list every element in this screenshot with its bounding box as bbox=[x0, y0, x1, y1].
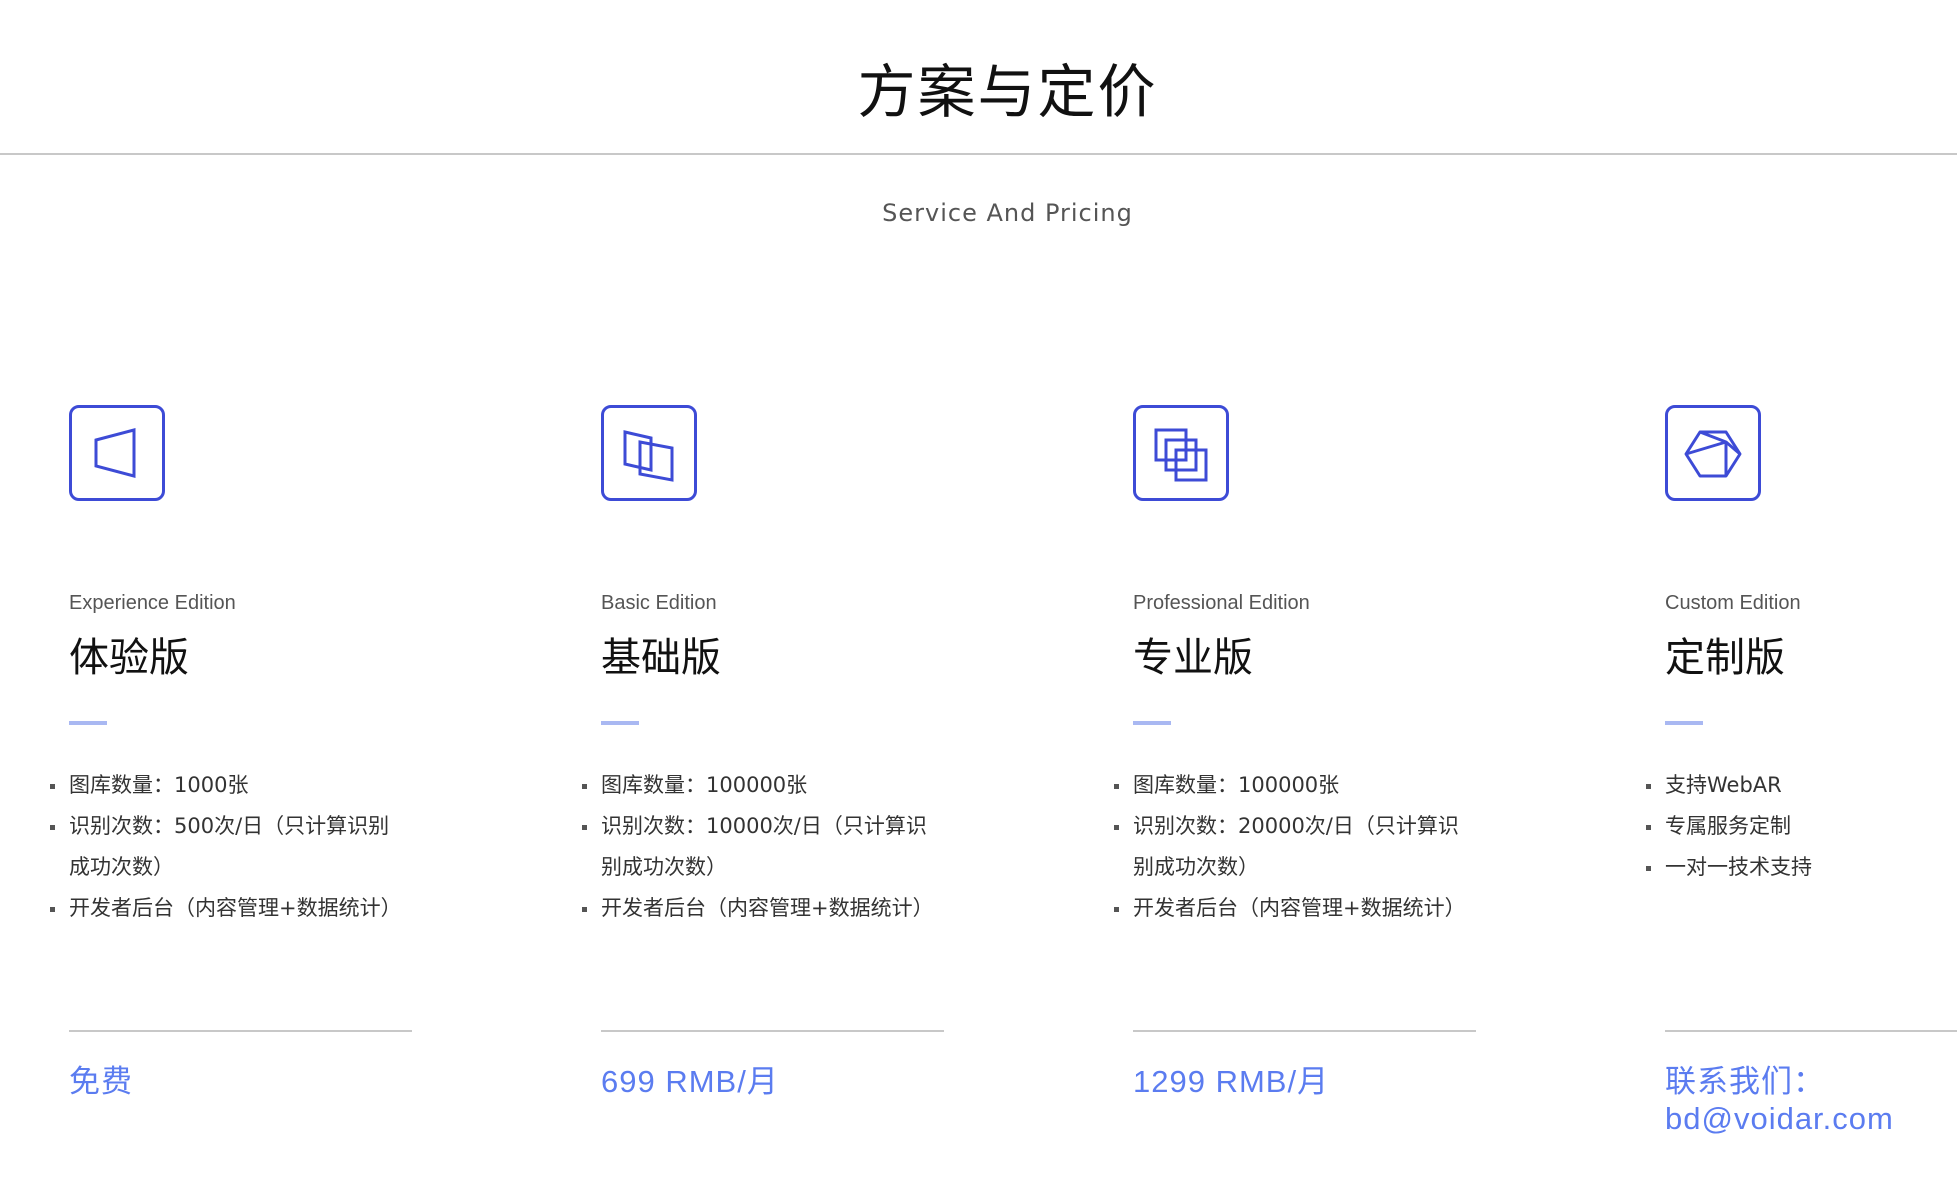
price-label: 1299 RMB/月 bbox=[1133, 1064, 1330, 1099]
feature-item: 识别次数：20000次/日（只计算识别成功次数） bbox=[1114, 806, 1534, 888]
contact-label: 联系我们： bd@voidar.com bbox=[1665, 1063, 1894, 1137]
accent-bar bbox=[1133, 721, 1171, 725]
feature-list: 图库数量：100000张 识别次数：20000次/日（只计算识别成功次数） 开发… bbox=[1114, 765, 1534, 929]
edition-en-label: Experience Edition bbox=[69, 592, 236, 614]
page-title: 方案与定价 bbox=[857, 58, 1158, 126]
feature-item: 支持WebAR bbox=[1646, 765, 1936, 806]
edition-en-label: Basic Edition bbox=[601, 592, 717, 614]
price-label: 699 RMB/月 bbox=[601, 1064, 779, 1099]
triple-frame-icon bbox=[1133, 405, 1229, 501]
plan-card-professional: Professional Edition 专业版 图库数量：100000张 识别… bbox=[1114, 405, 1553, 929]
edition-cn-label: 基础版 bbox=[601, 635, 721, 681]
double-frame-icon bbox=[601, 405, 697, 501]
plan-card-basic: Basic Edition 基础版 图库数量：100000张 识别次数：1000… bbox=[582, 405, 1021, 929]
price-divider bbox=[69, 1030, 412, 1032]
contact-title: 联系我们： bbox=[1665, 1064, 1825, 1099]
accent-bar bbox=[601, 721, 639, 725]
accent-bar bbox=[69, 721, 107, 725]
feature-item: 开发者后台（内容管理+数据统计） bbox=[582, 888, 1002, 929]
feature-list: 图库数量：1000张 识别次数：500次/日（只计算识别成功次数） 开发者后台（… bbox=[50, 765, 470, 929]
page-subtitle: Service And Pricing bbox=[882, 199, 1133, 227]
price-divider bbox=[1665, 1030, 1957, 1032]
feature-item: 识别次数：500次/日（只计算识别成功次数） bbox=[50, 806, 470, 888]
plan-card-experience: Experience Edition 体验版 图库数量：1000张 识别次数：5… bbox=[50, 405, 489, 929]
price-divider bbox=[601, 1030, 944, 1032]
feature-item: 图库数量：100000张 bbox=[582, 765, 1002, 806]
feature-item: 一对一技术支持 bbox=[1646, 847, 1936, 888]
cube-icon bbox=[1665, 405, 1761, 501]
feature-list: 支持WebAR 专属服务定制 一对一技术支持 bbox=[1646, 765, 1936, 888]
feature-item: 专属服务定制 bbox=[1646, 806, 1936, 847]
feature-item: 识别次数：10000次/日（只计算识别成功次数） bbox=[582, 806, 1002, 888]
accent-bar bbox=[1665, 721, 1703, 725]
price-label: 免费 bbox=[69, 1064, 133, 1099]
single-frame-icon bbox=[69, 405, 165, 501]
feature-item: 开发者后台（内容管理+数据统计） bbox=[50, 888, 470, 929]
edition-cn-label: 定制版 bbox=[1665, 635, 1785, 681]
contact-email-link[interactable]: bd@voidar.com bbox=[1665, 1100, 1894, 1137]
feature-item: 图库数量：1000张 bbox=[50, 765, 470, 806]
feature-item: 图库数量：100000张 bbox=[1114, 765, 1534, 806]
edition-cn-label: 体验版 bbox=[69, 635, 189, 681]
edition-cn-label: 专业版 bbox=[1133, 635, 1253, 681]
feature-list: 图库数量：100000张 识别次数：10000次/日（只计算识别成功次数） 开发… bbox=[582, 765, 1002, 929]
feature-item: 开发者后台（内容管理+数据统计） bbox=[1114, 888, 1534, 929]
page-header: 方案与定价 bbox=[0, 0, 1957, 155]
edition-en-label: Professional Edition bbox=[1133, 592, 1310, 614]
edition-en-label: Custom Edition bbox=[1665, 592, 1801, 614]
price-divider bbox=[1133, 1030, 1476, 1032]
plan-card-custom: Custom Edition 定制版 支持WebAR 专属服务定制 一对一技术支… bbox=[1646, 405, 1955, 888]
